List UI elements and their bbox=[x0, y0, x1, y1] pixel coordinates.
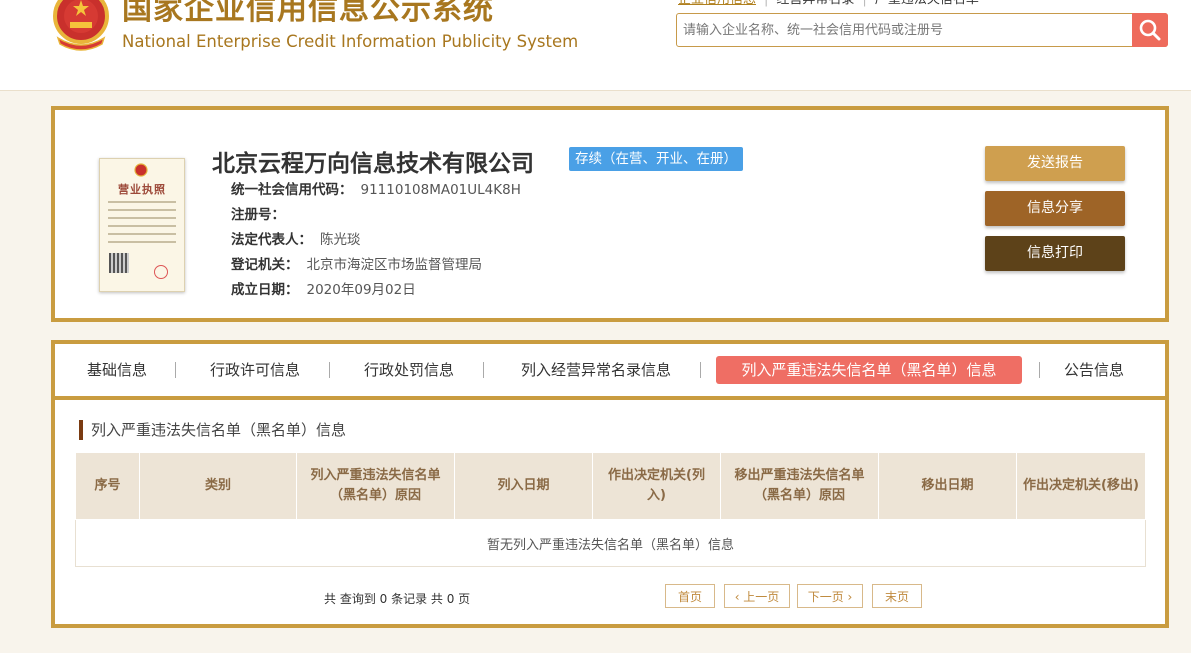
tab-basic-info[interactable]: 基础信息 bbox=[83, 356, 151, 384]
table-header-row: 序号 类别 列入严重违法失信名单（黑名单）原因 列入日期 作出决定机关(列入) … bbox=[75, 452, 1146, 520]
license-emblem-icon bbox=[134, 163, 148, 177]
field-label: 成立日期： bbox=[231, 282, 299, 298]
license-text-lines bbox=[108, 201, 176, 249]
field-value: 91110108MA01UL4K8H bbox=[360, 182, 521, 198]
company-name: 北京云程万向信息技术有限公司 bbox=[212, 151, 534, 177]
tab-abnormal-list[interactable]: 列入经营异常名录信息 bbox=[511, 356, 681, 384]
field-value: 陈光琰 bbox=[320, 232, 361, 248]
tab-separator bbox=[329, 362, 330, 378]
info-row-legal-rep: 法定代表人： 陈光琰 bbox=[231, 230, 361, 250]
business-license-image[interactable]: 营业执照 bbox=[99, 158, 185, 292]
section-title: 列入严重违法失信名单（黑名单）信息 bbox=[79, 420, 346, 440]
search-box bbox=[676, 13, 1168, 47]
field-value: 2020年09月02日 bbox=[306, 282, 416, 298]
info-row-reg-no: 注册号： bbox=[231, 205, 293, 225]
send-report-button[interactable]: 发送报告 bbox=[985, 146, 1125, 181]
last-page-button[interactable]: 末页 bbox=[872, 584, 922, 608]
column-header: 作出决定机关(列入) bbox=[592, 452, 721, 520]
tab-bar: 基础信息 行政许可信息 行政处罚信息 列入经营异常名录信息 列入严重违法失信名单… bbox=[55, 344, 1165, 400]
field-label: 注册号： bbox=[231, 207, 285, 223]
tab-separator bbox=[175, 362, 176, 378]
qr-code-icon bbox=[109, 253, 129, 273]
national-emblem-icon bbox=[53, 0, 109, 51]
separator: | bbox=[764, 0, 768, 8]
next-page-button[interactable]: 下一页 › bbox=[797, 584, 863, 608]
search-button[interactable] bbox=[1132, 13, 1168, 47]
tab-admin-penalty[interactable]: 行政处罚信息 bbox=[359, 356, 459, 384]
search-input[interactable] bbox=[677, 14, 1133, 46]
tab-announcements[interactable]: 公告信息 bbox=[1059, 356, 1129, 384]
column-header: 移出严重违法失信名单（黑名单）原因 bbox=[720, 452, 879, 520]
detail-card: 基础信息 行政许可信息 行政处罚信息 列入经营异常名录信息 列入严重违法失信名单… bbox=[51, 340, 1169, 628]
share-info-button[interactable]: 信息分享 bbox=[985, 191, 1125, 226]
field-value: 北京市海淀区市场监督管理局 bbox=[306, 257, 483, 273]
company-card: 营业执照 北京云程万向信息技术有限公司 存续（在营、开业、在册） 统一社会信用代… bbox=[51, 106, 1169, 322]
info-row-founded: 成立日期： 2020年09月02日 bbox=[231, 280, 416, 300]
tab-admin-permit[interactable]: 行政许可信息 bbox=[205, 356, 305, 384]
print-info-button[interactable]: 信息打印 bbox=[985, 236, 1125, 271]
seal-icon bbox=[154, 265, 168, 279]
top-nav: 企业信用信息 | 经营异常名录 | 严重违法失信名单 bbox=[678, 0, 979, 8]
first-page-button[interactable]: 首页 bbox=[665, 584, 715, 608]
page-summary: 共 查询到 0 条记录 共 0 页 bbox=[324, 592, 471, 606]
field-label: 法定代表人： bbox=[231, 232, 312, 248]
top-link-blacklist[interactable]: 严重违法失信名单 bbox=[875, 0, 979, 8]
info-row-authority: 登记机关： 北京市海淀区市场监督管理局 bbox=[231, 255, 482, 275]
column-header: 序号 bbox=[75, 452, 140, 520]
site-subtitle: National Enterprise Credit Information P… bbox=[122, 32, 579, 51]
column-header: 类别 bbox=[139, 452, 297, 520]
column-header: 移出日期 bbox=[878, 452, 1017, 520]
license-title: 营业执照 bbox=[118, 183, 166, 196]
tab-separator bbox=[700, 362, 701, 378]
status-badge: 存续（在营、开业、在册） bbox=[569, 147, 743, 171]
field-label: 登记机关： bbox=[231, 257, 299, 273]
prev-page-button[interactable]: ‹ 上一页 bbox=[724, 584, 790, 608]
column-header: 作出决定机关(移出) bbox=[1016, 452, 1146, 520]
search-icon bbox=[1139, 19, 1161, 41]
empty-message: 暂无列入严重违法失信名单（黑名单）信息 bbox=[75, 519, 1146, 567]
column-header: 列入严重违法失信名单（黑名单）原因 bbox=[296, 452, 455, 520]
top-link-credit-info[interactable]: 企业信用信息 bbox=[678, 0, 756, 8]
tab-blacklist[interactable]: 列入严重违法失信名单（黑名单）信息 bbox=[716, 356, 1022, 384]
field-label: 统一社会信用代码： bbox=[231, 182, 353, 198]
table-row: 暂无列入严重违法失信名单（黑名单）信息 bbox=[75, 519, 1146, 567]
site-title: 国家企业信用信息公示系统 bbox=[122, 0, 494, 27]
column-header: 列入日期 bbox=[454, 452, 593, 520]
blacklist-table: 序号 类别 列入严重违法失信名单（黑名单）原因 列入日期 作出决定机关(列入) … bbox=[75, 452, 1146, 567]
top-link-abnormal-list[interactable]: 经营异常名录 bbox=[776, 0, 854, 8]
info-row-credit-code: 统一社会信用代码： 91110108MA01UL4K8H bbox=[231, 180, 521, 200]
tab-separator bbox=[1039, 362, 1040, 378]
tab-separator bbox=[483, 362, 484, 378]
site-header: 国家企业信用信息公示系统 National Enterprise Credit … bbox=[0, 0, 1191, 91]
separator: | bbox=[862, 0, 866, 8]
